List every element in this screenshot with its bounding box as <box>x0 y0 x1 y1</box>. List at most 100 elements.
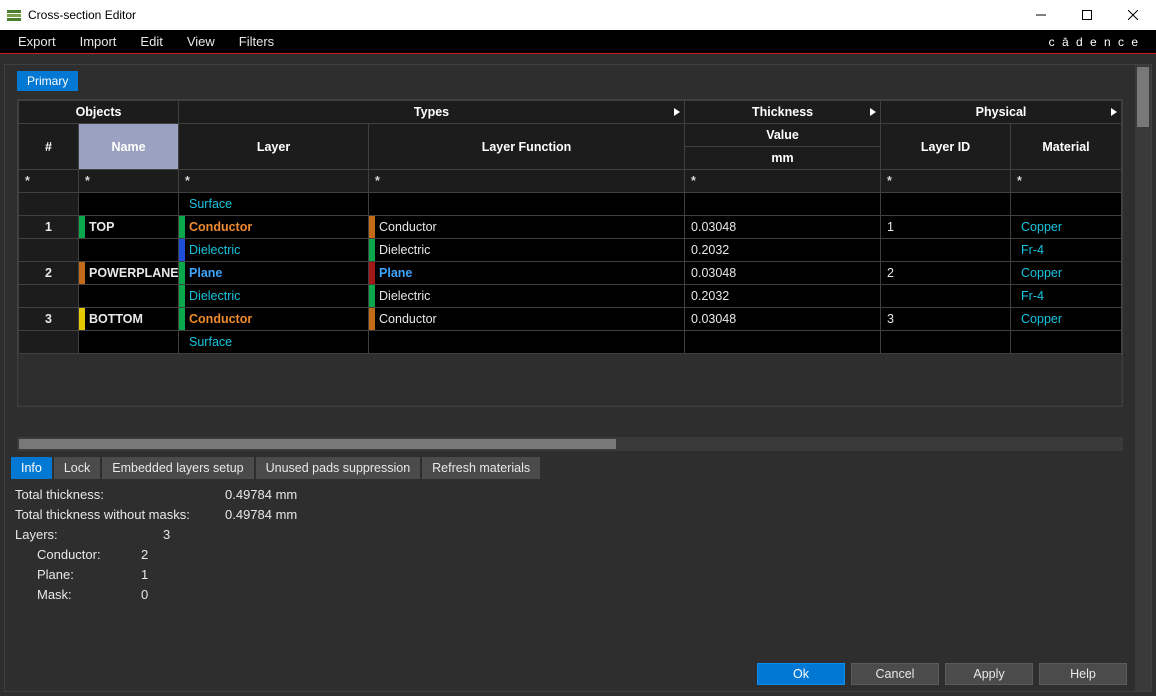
cell-material[interactable]: Copper <box>1011 216 1122 239</box>
cell-name[interactable] <box>79 331 179 354</box>
cell-layer-id[interactable] <box>881 285 1011 308</box>
help-button[interactable]: Help <box>1039 663 1127 685</box>
col-unit[interactable]: mm <box>685 147 881 170</box>
cell-name[interactable]: TOP <box>79 216 179 239</box>
col-layer[interactable]: Layer <box>179 124 369 170</box>
cell-layer-id[interactable]: 2 <box>881 262 1011 285</box>
cell-material[interactable]: Copper <box>1011 308 1122 331</box>
cell-material[interactable] <box>1011 193 1122 216</box>
cell-thickness[interactable] <box>685 193 881 216</box>
menu-filters[interactable]: Filters <box>227 30 286 53</box>
tab-embedded[interactable]: Embedded layers setup <box>102 457 253 479</box>
cell-layer-function[interactable]: Dielectric <box>369 239 685 262</box>
tab-lock[interactable]: Lock <box>54 457 100 479</box>
cell-layer-id[interactable] <box>881 331 1011 354</box>
cell-layer-function[interactable] <box>369 193 685 216</box>
filter-name[interactable]: * <box>79 170 179 193</box>
cell-layer-id[interactable]: 3 <box>881 308 1011 331</box>
cell-layer[interactable]: Surface <box>179 193 369 216</box>
table-row[interactable]: Surface <box>19 331 1122 354</box>
maximize-button[interactable] <box>1064 0 1110 30</box>
filter-lid[interactable]: * <box>881 170 1011 193</box>
expand-icon[interactable] <box>870 108 876 116</box>
col-layer-id[interactable]: Layer ID <box>881 124 1011 170</box>
col-func[interactable]: Layer Function <box>369 124 685 170</box>
cell-num[interactable] <box>19 239 79 262</box>
col-group-objects[interactable]: Objects <box>19 101 179 124</box>
vertical-scrollbar[interactable] <box>1135 65 1151 691</box>
tab-primary[interactable]: Primary <box>17 71 78 91</box>
cell-layer[interactable]: Dielectric <box>179 239 369 262</box>
cell-layer-id[interactable]: 1 <box>881 216 1011 239</box>
cancel-button[interactable]: Cancel <box>851 663 939 685</box>
expand-icon[interactable] <box>1111 108 1117 116</box>
cell-num[interactable] <box>19 285 79 308</box>
cell-num[interactable]: 3 <box>19 308 79 331</box>
menu-export[interactable]: Export <box>6 30 68 53</box>
col-group-types[interactable]: Types <box>179 101 685 124</box>
minimize-button[interactable] <box>1018 0 1064 30</box>
cell-name[interactable] <box>79 239 179 262</box>
cell-name[interactable] <box>79 193 179 216</box>
cell-layer-function[interactable]: Conductor <box>369 216 685 239</box>
menu-view[interactable]: View <box>175 30 227 53</box>
cell-thickness[interactable]: 0.03048 <box>685 308 881 331</box>
apply-button[interactable]: Apply <box>945 663 1033 685</box>
cell-layer[interactable]: Conductor <box>179 216 369 239</box>
cell-name[interactable]: POWERPLANE_1 <box>79 262 179 285</box>
cell-thickness[interactable] <box>685 331 881 354</box>
filter-num[interactable]: * <box>19 170 79 193</box>
vertical-scrollbar-thumb[interactable] <box>1137 67 1149 127</box>
tab-info[interactable]: Info <box>11 457 52 479</box>
col-group-physical[interactable]: Physical <box>881 101 1122 124</box>
cell-thickness[interactable]: 0.2032 <box>685 239 881 262</box>
cell-layer-function[interactable]: Conductor <box>369 308 685 331</box>
cell-thickness[interactable]: 0.03048 <box>685 216 881 239</box>
ok-button[interactable]: Ok <box>757 663 845 685</box>
cell-layer-id[interactable] <box>881 193 1011 216</box>
cell-num[interactable] <box>19 331 79 354</box>
tab-unused[interactable]: Unused pads suppression <box>256 457 421 479</box>
cell-layer-function[interactable]: Plane <box>369 262 685 285</box>
cell-thickness[interactable]: 0.2032 <box>685 285 881 308</box>
cell-material[interactable]: Fr-4 <box>1011 285 1122 308</box>
cell-layer[interactable]: Surface <box>179 331 369 354</box>
col-value[interactable]: Value <box>685 124 881 147</box>
cell-num[interactable]: 2 <box>19 262 79 285</box>
menu-import[interactable]: Import <box>68 30 129 53</box>
table-row[interactable]: DielectricDielectric0.2032Fr-4 <box>19 285 1122 308</box>
table-row[interactable]: Surface <box>19 193 1122 216</box>
cell-thickness[interactable]: 0.03048 <box>685 262 881 285</box>
expand-icon[interactable] <box>674 108 680 116</box>
filter-layer[interactable]: * <box>179 170 369 193</box>
table-row[interactable]: 3BOTTOMConductorConductor0.030483Copper <box>19 308 1122 331</box>
col-num[interactable]: # <box>19 124 79 170</box>
horizontal-scrollbar-thumb[interactable] <box>19 439 616 449</box>
cell-name[interactable]: BOTTOM <box>79 308 179 331</box>
cell-material[interactable]: Fr-4 <box>1011 239 1122 262</box>
table-row[interactable]: 2POWERPLANE_1PlanePlane0.030482Copper <box>19 262 1122 285</box>
cell-layer[interactable]: Plane <box>179 262 369 285</box>
cell-layer-function[interactable]: Dielectric <box>369 285 685 308</box>
cell-layer-function[interactable] <box>369 331 685 354</box>
filter-func[interactable]: * <box>369 170 685 193</box>
cell-num[interactable]: 1 <box>19 216 79 239</box>
cell-layer-id[interactable] <box>881 239 1011 262</box>
cell-num[interactable] <box>19 193 79 216</box>
filter-mat[interactable]: * <box>1011 170 1122 193</box>
col-name[interactable]: Name <box>79 124 179 170</box>
col-group-thickness[interactable]: Thickness <box>685 101 881 124</box>
tab-refresh[interactable]: Refresh materials <box>422 457 540 479</box>
cell-layer[interactable]: Conductor <box>179 308 369 331</box>
col-material[interactable]: Material <box>1011 124 1122 170</box>
close-button[interactable] <box>1110 0 1156 30</box>
horizontal-scrollbar[interactable] <box>17 437 1123 451</box>
cell-material[interactable] <box>1011 331 1122 354</box>
cell-name[interactable] <box>79 285 179 308</box>
filter-value[interactable]: * <box>685 170 881 193</box>
table-row[interactable]: DielectricDielectric0.2032Fr-4 <box>19 239 1122 262</box>
cell-layer[interactable]: Dielectric <box>179 285 369 308</box>
menu-edit[interactable]: Edit <box>128 30 174 53</box>
cell-material[interactable]: Copper <box>1011 262 1122 285</box>
table-row[interactable]: 1TOPConductorConductor0.030481Copper <box>19 216 1122 239</box>
